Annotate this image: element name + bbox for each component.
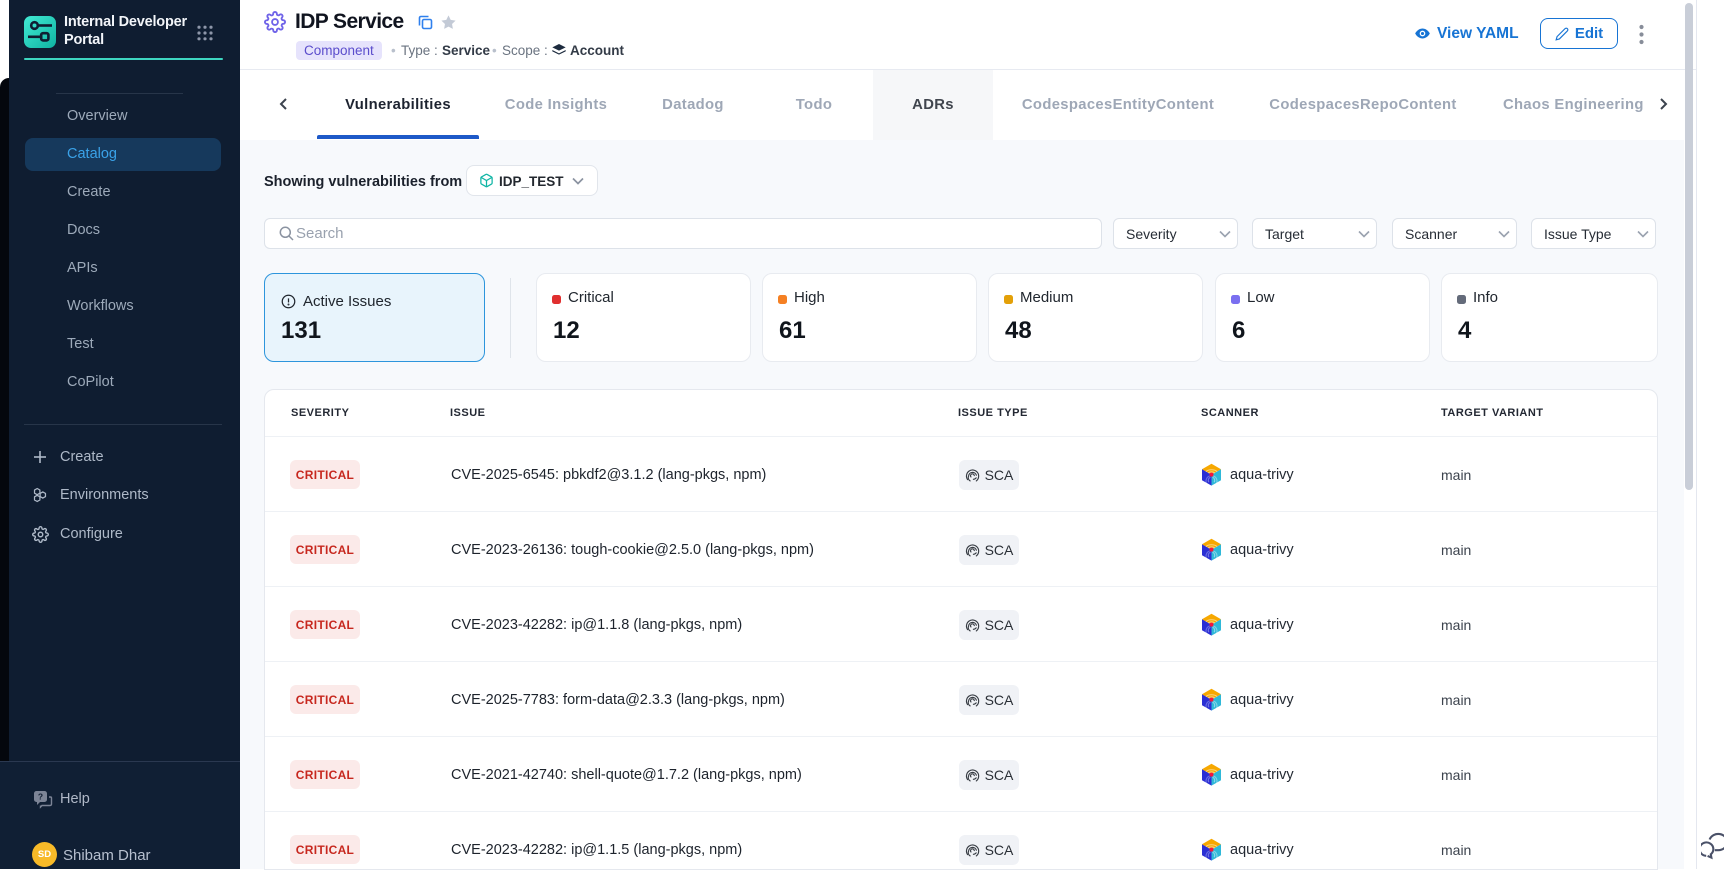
- svg-text:?: ?: [38, 792, 43, 802]
